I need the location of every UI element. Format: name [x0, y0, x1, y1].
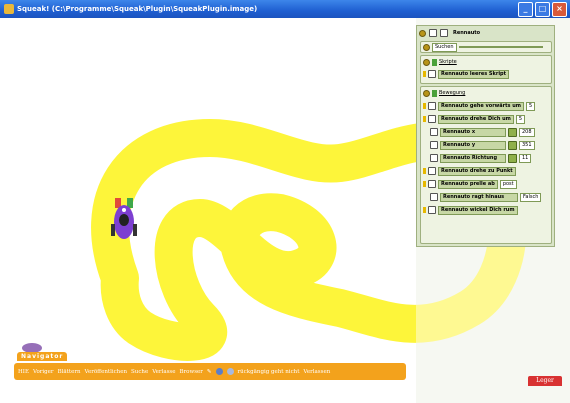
minimize-button[interactable]: _ — [518, 2, 533, 17]
command-tile-icon — [428, 102, 436, 110]
race-car[interactable] — [109, 196, 139, 246]
row-label[interactable]: Rennauto wickel Dich rum — [438, 205, 518, 215]
viewer-row[interactable]: Rennauto Richtung 11 — [423, 153, 532, 163]
script-tile-icon — [428, 70, 436, 78]
viewer-row[interactable]: Rennauto wickel Dich rum — [423, 205, 518, 215]
row-label[interactable]: Rennauto drehe Dich um — [438, 114, 514, 124]
scripts-menu-icon[interactable] — [423, 58, 430, 66]
nav-item[interactable]: Verlassen — [303, 369, 330, 375]
run-command-icon[interactable] — [423, 168, 426, 174]
row-value[interactable]: 351 — [519, 140, 535, 150]
window-controls: _ □ × — [518, 2, 567, 17]
variable-tile-icon — [430, 193, 438, 201]
motion-category-label[interactable]: Bewegung — [439, 90, 465, 96]
row-value[interactable]: post — [499, 179, 517, 189]
object-name[interactable]: Rennauto — [451, 30, 482, 37]
halo-menu-icon[interactable] — [419, 29, 426, 37]
row-value[interactable]: 208 — [519, 127, 535, 137]
maximize-button[interactable]: □ — [535, 2, 550, 17]
scripts-category: Skripte Rennauto leeres Skript — [420, 55, 552, 84]
row-value[interactable]: 11 — [519, 153, 532, 163]
row-label[interactable]: Rennauto x — [440, 127, 506, 137]
window-title: Squeak! (C:\Programme\Squeak\Plugin\Sque… — [17, 5, 258, 13]
viewer-row[interactable]: Rennauto ragt hinaus Falsch — [423, 192, 542, 202]
row-value[interactable]: Falsch — [520, 192, 542, 202]
row-label[interactable]: Rennauto prelle ab — [438, 179, 498, 189]
search-label: Suchen — [432, 42, 457, 52]
trash-can[interactable]: Leger — [528, 376, 562, 386]
nav-item[interactable]: Blättern — [58, 369, 81, 375]
viewer-row[interactable]: Rennauto prelle ab post — [423, 179, 517, 189]
nav-item[interactable]: Suche — [131, 369, 148, 375]
run-command-icon[interactable] — [423, 103, 426, 109]
scripts-category-label[interactable]: Skripte — [439, 59, 457, 65]
nav-item[interactable]: Veröffentlichen — [85, 369, 128, 375]
paint-brush-icon[interactable]: ✎ — [207, 369, 212, 375]
nav-item[interactable]: Voriger — [33, 369, 54, 375]
motion-arrow-icon — [432, 89, 437, 97]
motion-menu-icon[interactable] — [423, 89, 430, 97]
row-label[interactable]: Rennauto y — [440, 140, 506, 150]
assign-icon[interactable] — [508, 153, 517, 163]
variable-tile-icon — [430, 141, 438, 149]
viewer-row[interactable]: Rennauto drehe Dich um 5 — [423, 114, 526, 124]
object-menu-icon[interactable] — [440, 29, 448, 37]
viewer-row[interactable]: Rennauto drehe zu Punkt — [423, 166, 516, 176]
nav-item[interactable]: HIE — [18, 369, 29, 375]
motion-category: Bewegung Rennauto gehe vorwärts um 5 Renn… — [420, 86, 552, 244]
viewer-row[interactable]: Rennauto x 208 — [423, 127, 535, 137]
command-tile-icon — [428, 167, 436, 175]
run-command-icon[interactable] — [423, 181, 426, 187]
command-tile-icon — [428, 206, 436, 214]
variable-tile-icon — [430, 128, 438, 136]
close-button[interactable]: × — [552, 2, 567, 17]
search-menu-icon[interactable] — [423, 43, 430, 51]
assign-icon[interactable] — [508, 127, 517, 137]
nav-item[interactable]: rückgängig geht nicht — [238, 369, 300, 375]
search-box: Suchen — [420, 41, 552, 53]
sound-icon[interactable] — [215, 368, 223, 375]
run-command-icon[interactable] — [423, 116, 426, 122]
search-input[interactable] — [458, 46, 543, 48]
command-tile-icon — [428, 180, 436, 188]
row-label[interactable]: Rennauto drehe zu Punkt — [438, 166, 516, 176]
object-thumbnail-icon — [429, 29, 437, 37]
viewer-header: Rennauto — [417, 26, 556, 40]
row-value[interactable]: 5 — [526, 101, 536, 111]
navigator-bar: HIE Voriger Blättern Veröffentlichen Suc… — [14, 363, 406, 380]
command-tile-icon — [428, 115, 436, 123]
undo-icon[interactable] — [226, 368, 234, 375]
viewer-row[interactable]: Rennauto y 351 — [423, 140, 535, 150]
scripts-arrow-icon — [432, 58, 437, 66]
nav-item[interactable]: Verlasse — [152, 369, 175, 375]
row-label[interactable]: Rennauto ragt hinaus — [440, 192, 518, 202]
row-value[interactable]: 5 — [515, 114, 526, 124]
navigator-tab[interactable]: Navigator — [17, 352, 68, 361]
empty-script-tile[interactable]: Rennauto leeres Skript — [438, 69, 510, 79]
viewer-row[interactable]: Rennauto gehe vorwärts um 5 — [423, 101, 536, 111]
row-label[interactable]: Rennauto gehe vorwärts um — [438, 101, 525, 111]
run-command-icon[interactable] — [423, 207, 426, 213]
nav-item[interactable]: Browser — [180, 369, 203, 375]
row-label[interactable]: Rennauto Richtung — [440, 153, 506, 163]
assign-icon[interactable] — [508, 140, 517, 150]
squeak-app-icon — [4, 4, 14, 14]
object-viewer[interactable]: Rennauto Suchen Skripte Rennauto leeres … — [416, 25, 555, 247]
title-bar: Squeak! (C:\Programme\Squeak\Plugin\Sque… — [0, 0, 570, 18]
variable-tile-icon — [430, 154, 438, 162]
run-script-icon[interactable] — [423, 71, 426, 77]
